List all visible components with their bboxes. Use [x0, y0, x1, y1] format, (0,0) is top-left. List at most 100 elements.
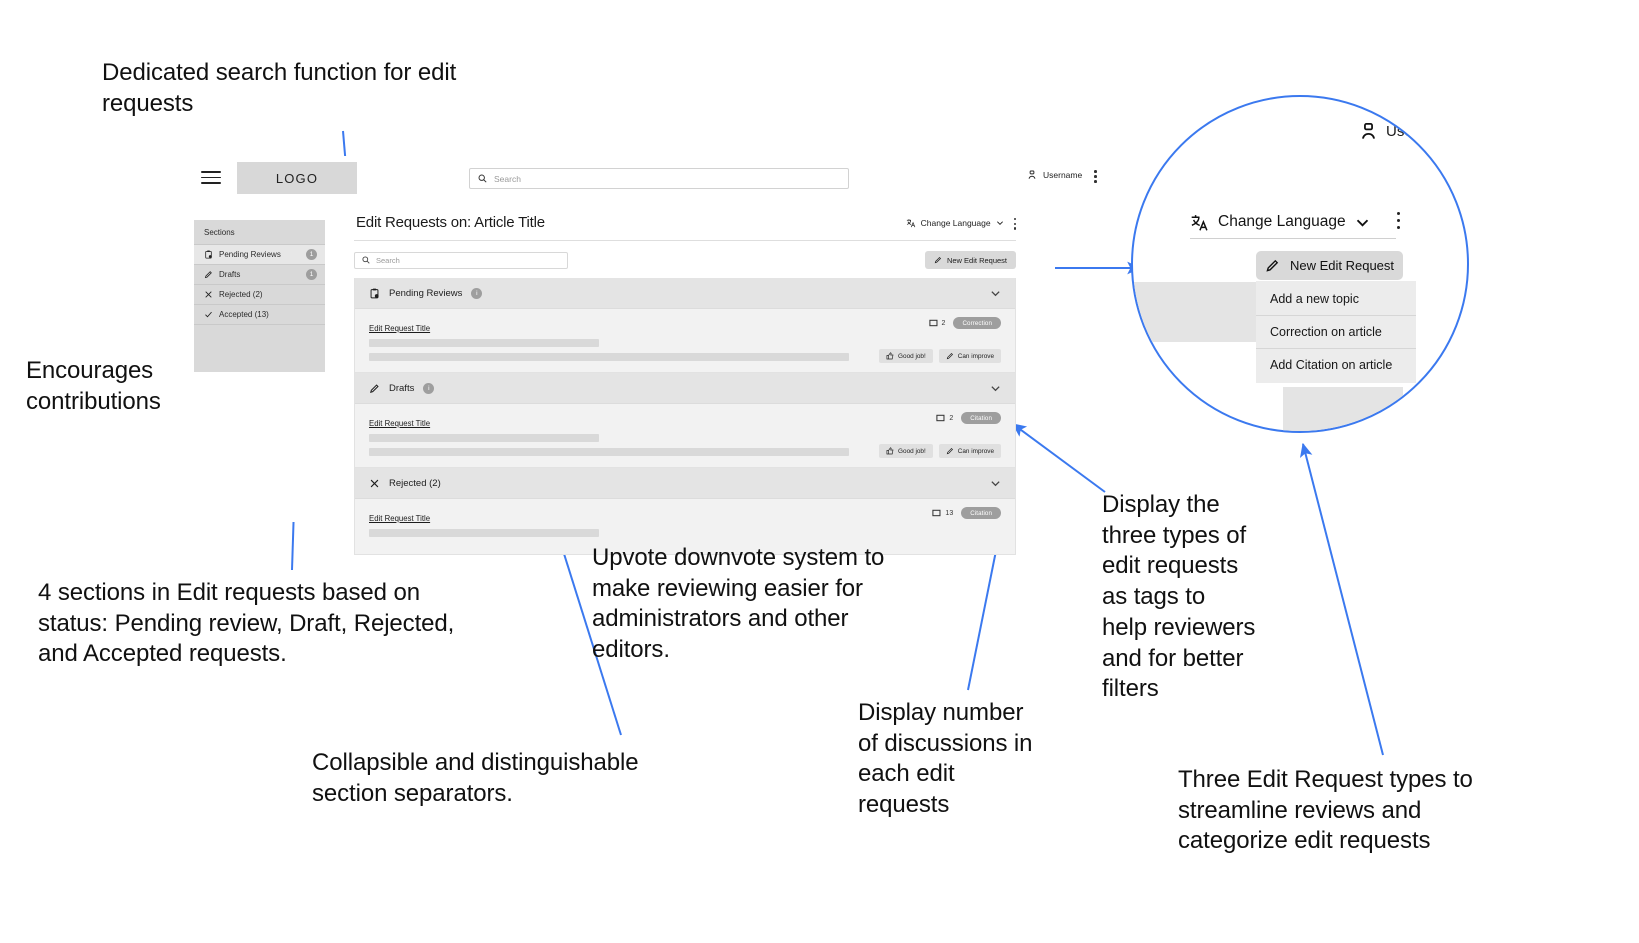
user-menu[interactable]: Username [1027, 170, 1082, 180]
hamburger-menu-icon[interactable] [201, 171, 221, 185]
x-icon [204, 290, 213, 299]
sidebar-item-drafts[interactable]: Drafts 1 [194, 264, 325, 284]
section-card-drafts: Drafts i Edit Request Title [354, 373, 1016, 468]
discussion-count[interactable]: 2 [929, 319, 946, 328]
page-more-icon[interactable] [1014, 218, 1016, 232]
menu-item-add-citation-on-article[interactable]: Add Citation on article [1256, 348, 1416, 381]
sidebar-label-accepted: Accepted (13) [219, 310, 317, 319]
magnified-change-language-label: Change Language [1218, 213, 1346, 231]
chevron-down-icon[interactable] [990, 383, 1001, 394]
sections-panel-divider [194, 324, 325, 326]
edit-request-meta: 13 Citation [932, 507, 1001, 519]
edit-request-title-link[interactable]: Edit Request Title [369, 514, 430, 523]
sidebar-badge-pending-reviews: 1 [306, 249, 317, 260]
mockup-canvas: LOGO Search Username Sections [0, 0, 1639, 943]
translate-icon [906, 218, 916, 228]
clipboard-clock-icon [204, 250, 213, 259]
section-info-icon[interactable]: i [471, 288, 482, 299]
clipboard-clock-icon [369, 288, 380, 299]
magnified-change-language-button[interactable]: Change Language [1190, 212, 1400, 232]
new-edit-request-button[interactable]: New Edit Request [925, 251, 1016, 269]
content-placeholder-line [369, 339, 599, 347]
annotation-four-sections: 4 sections in Edit requests based on sta… [38, 578, 548, 670]
section-header-drafts[interactable]: Drafts i [355, 373, 1015, 404]
app-topbar: LOGO Search Username [194, 156, 1016, 202]
thumbs-up-icon [886, 447, 894, 455]
annotation-discussion-count: Display number of discussions in each ed… [858, 698, 1088, 821]
section-card-rejected: Rejected (2) Edit Request Title 13 [354, 468, 1016, 555]
sidebar-label-drafts: Drafts [219, 270, 300, 279]
pencil-icon [934, 256, 942, 264]
pencil-icon [1265, 258, 1280, 273]
magnified-user-menu[interactable]: Username [1359, 122, 1455, 141]
new-edit-request-dropdown: Add a new topic Correction on article Ad… [1256, 281, 1416, 383]
sidebar-item-rejected[interactable]: Rejected (2) [194, 284, 325, 304]
change-language-button[interactable]: Change Language [906, 218, 1004, 228]
change-language-label: Change Language [921, 218, 991, 228]
downvote-label: Can improve [958, 353, 994, 360]
search-icon [478, 174, 487, 183]
search-icon [362, 256, 370, 264]
section-card-pending-reviews: Pending Reviews i Edit Request Title [354, 278, 1016, 373]
magnified-new-edit-request-button[interactable]: New Edit Request [1256, 251, 1403, 280]
downvote-button[interactable]: Can improve [939, 444, 1001, 458]
edit-request-search-input[interactable]: Search [354, 252, 568, 269]
section-info-icon[interactable]: i [423, 383, 434, 394]
upvote-label: Good job! [898, 353, 926, 360]
person-icon [1359, 122, 1378, 141]
edit-request-title-link[interactable]: Edit Request Title [369, 324, 430, 333]
section-title-rejected: Rejected (2) [389, 478, 441, 489]
chevron-down-icon[interactable] [990, 478, 1001, 489]
chevron-down-icon[interactable] [990, 288, 1001, 299]
content-placeholder-line [369, 434, 599, 442]
sidebar-item-pending-reviews[interactable]: Pending Reviews 1 [194, 244, 325, 264]
edit-request-row[interactable]: Edit Request Title 2 Correction [355, 309, 1015, 372]
comment-icon [929, 319, 938, 328]
edit-request-meta: 2 Citation [936, 412, 1001, 424]
edit-request-tag[interactable]: Citation [961, 507, 1001, 519]
sidebar-label-pending-reviews: Pending Reviews [219, 250, 300, 259]
menu-item-add-new-topic[interactable]: Add a new topic [1256, 283, 1416, 315]
content-placeholder-line [369, 353, 849, 361]
new-edit-request-label: New Edit Request [947, 256, 1007, 265]
chevron-down-icon [996, 219, 1004, 227]
annotation-three-request-types: Three Edit Request types to streamline r… [1178, 765, 1548, 857]
username-label: Username [1043, 170, 1082, 180]
menu-item-correction-on-article[interactable]: Correction on article [1256, 315, 1416, 348]
section-header-pending-reviews[interactable]: Pending Reviews i [355, 278, 1015, 309]
upvote-button[interactable]: Good job! [879, 444, 933, 458]
chevron-down-icon[interactable] [1355, 215, 1370, 230]
topbar-more-icon[interactable] [1094, 170, 1098, 185]
edit-request-row[interactable]: Edit Request Title 2 Citation [355, 404, 1015, 467]
discussion-count[interactable]: 13 [932, 509, 953, 518]
sidebar-badge-drafts: 1 [306, 269, 317, 280]
sections-panel: Sections Pending Reviews 1 Drafts 1 [194, 220, 325, 372]
magnified-placeholder-block [1133, 282, 1256, 342]
main-column: Edit Requests on: Article Title Change L… [354, 214, 1016, 555]
downvote-button[interactable]: Can improve [939, 349, 1001, 363]
annotation-tag-types: Display the three types of edit requests… [1102, 490, 1312, 705]
logo[interactable]: LOGO [237, 162, 357, 194]
section-header-rejected[interactable]: Rejected (2) [355, 468, 1015, 499]
global-search-input[interactable]: Search [469, 168, 849, 189]
app-window: LOGO Search Username Sections [194, 156, 1016, 522]
edit-request-title-link[interactable]: Edit Request Title [369, 419, 430, 428]
discussion-count[interactable]: 2 [936, 414, 953, 423]
x-icon [369, 478, 380, 489]
magnified-more-icon[interactable] [1397, 212, 1400, 232]
sidebar-item-accepted[interactable]: Accepted (13) [194, 304, 325, 324]
upvote-button[interactable]: Good job! [879, 349, 933, 363]
edit-request-tag[interactable]: Correction [953, 317, 1001, 329]
edit-request-search-placeholder: Search [376, 256, 400, 265]
discussion-count-value: 2 [949, 415, 953, 422]
section-title-pending-reviews: Pending Reviews [389, 288, 462, 299]
comment-icon [936, 414, 945, 423]
pencil-icon [946, 447, 954, 455]
annotation-collapsible-sections: Collapsible and distinguishable section … [312, 748, 742, 809]
magnified-divider [1190, 238, 1396, 239]
section-title-drafts: Drafts [389, 383, 414, 394]
annotation-upvote-downvote: Upvote downvote system to make reviewing… [592, 543, 972, 666]
content-placeholder-line [369, 448, 849, 456]
edit-request-tag[interactable]: Citation [961, 412, 1001, 424]
magnified-left-more-icon[interactable] [1147, 149, 1150, 167]
